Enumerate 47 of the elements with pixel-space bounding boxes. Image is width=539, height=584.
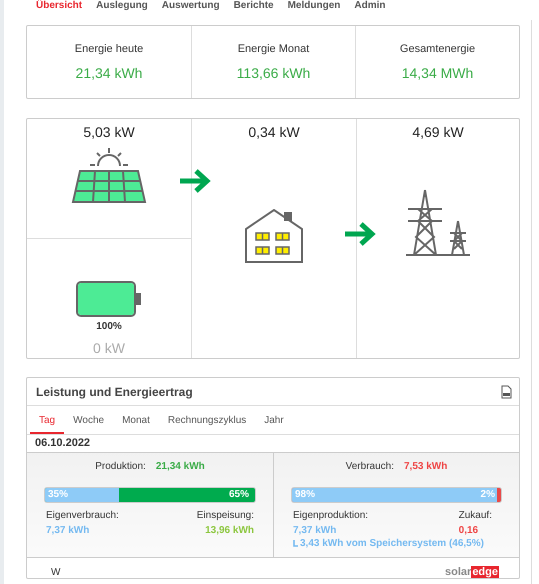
percent-label: 2% bbox=[480, 489, 495, 500]
battery-percent: 100% bbox=[96, 321, 122, 332]
consumption-value: 7,53 kWh bbox=[404, 461, 448, 472]
percent-label: 65% bbox=[228, 489, 249, 500]
nav-tab[interactable]: Auswertung bbox=[162, 0, 220, 12]
consumption-label: Verbrauch: bbox=[346, 461, 394, 472]
percent-label: 35% bbox=[48, 489, 68, 500]
production-value: 21,34 kWh bbox=[156, 461, 205, 472]
nav-tab[interactable]: Auslegung bbox=[96, 0, 148, 12]
stat-value: 113,66 kWh bbox=[236, 65, 310, 81]
stat-label: Gesamtenergie bbox=[400, 43, 476, 55]
production-label: Produktion: bbox=[95, 461, 146, 472]
axis-unit: W bbox=[51, 566, 60, 578]
nav-tab[interactable]: Berichte bbox=[234, 0, 274, 12]
house-icon bbox=[245, 209, 303, 263]
period-tab[interactable]: Rechnungszyklus bbox=[158, 415, 256, 434]
solar-panel-icon bbox=[71, 146, 147, 204]
consumption-right-value: 0,16 bbox=[458, 525, 478, 536]
nav-tab[interactable]: Meldungen bbox=[288, 0, 340, 12]
consumption-left-value: 7,37 kWh bbox=[293, 525, 338, 536]
period-tab[interactable]: Monat bbox=[113, 415, 159, 434]
production-right-label: Einspeisung: bbox=[196, 510, 254, 521]
storage-note: 3,43 kWh vom Speichersystem (46,5%) bbox=[300, 538, 484, 549]
pv-power: 5,03 kW bbox=[83, 124, 135, 140]
consumption-left-label: Eigenproduktion: bbox=[293, 510, 368, 521]
period-tab[interactable]: Tag bbox=[30, 415, 64, 434]
stat-value: 21,34 kWh bbox=[76, 65, 142, 81]
stat-value: 14,34 MWh bbox=[402, 65, 474, 81]
battery-power: 0 kW bbox=[93, 340, 125, 356]
house-power: 0,34 kW bbox=[248, 124, 300, 140]
nav-tab[interactable]: Admin bbox=[354, 0, 386, 12]
percent-label: 98% bbox=[295, 489, 316, 500]
power-pylon-icon bbox=[404, 189, 472, 257]
corner-icon bbox=[293, 540, 298, 547]
production-right-value: 13,96 kWh bbox=[205, 525, 254, 536]
brand-logo: solaredge bbox=[445, 566, 499, 578]
stat-label: Energie heute bbox=[74, 43, 144, 55]
stat-label: Energie Monat bbox=[238, 43, 310, 55]
battery-icon bbox=[76, 281, 142, 317]
csv-export-icon[interactable] bbox=[501, 384, 512, 398]
period-tab[interactable]: Jahr bbox=[255, 415, 293, 434]
consumption-right-label: Zukauf: bbox=[458, 510, 492, 521]
production-left-value: 7,37 kWh bbox=[46, 525, 90, 536]
period-tab[interactable]: Woche bbox=[64, 415, 114, 434]
production-left-label: Eigenverbrauch: bbox=[46, 510, 119, 521]
grid-power: 4,69 kW bbox=[412, 124, 464, 140]
panel-title: Leistung und Energieertrag bbox=[36, 384, 193, 398]
